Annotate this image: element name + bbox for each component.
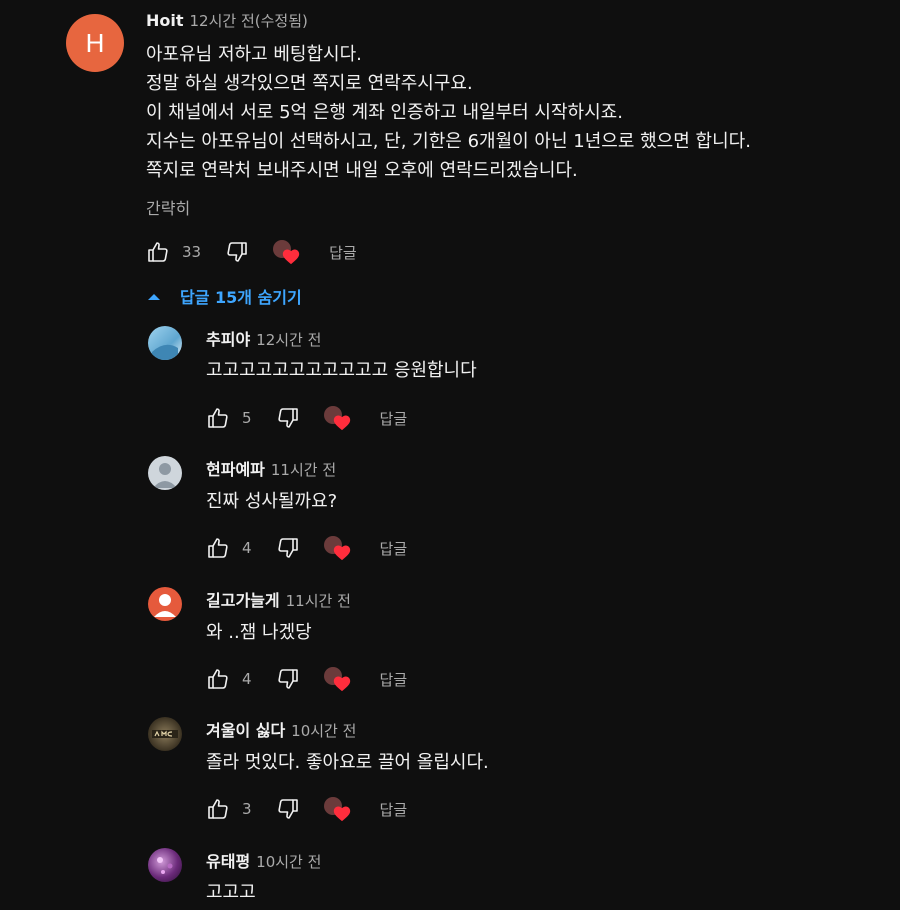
like-count: 4 (242, 539, 252, 557)
comment-line: 지수는 아포유님이 선택하시고, 단, 기한은 6개월이 아닌 1년으로 했으면… (146, 131, 751, 152)
reply-header: 현파예파 11시간 전 (206, 456, 336, 480)
reply-actions: 4 답글 (206, 536, 408, 561)
thumbs-down-icon[interactable] (276, 536, 300, 560)
thumbs-up-icon[interactable] (206, 536, 230, 560)
reply-button[interactable]: 답글 (380, 799, 408, 820)
comment-timestamp[interactable]: 12시간 전(수정됨) (190, 12, 308, 30)
thumbs-down-icon[interactable] (276, 406, 300, 430)
creator-heart-icon (273, 240, 300, 265)
comment-actions: 33 답글 (146, 240, 357, 265)
reply-text: 고고고고고고고고고고고 응원합니다 (206, 360, 477, 381)
reply-timestamp[interactable]: 10시간 전 (256, 853, 321, 871)
like-count: 5 (242, 409, 252, 427)
thumbs-up-icon[interactable] (206, 667, 230, 691)
comment-line: 아포유님 저하고 베팅합시다. (146, 44, 362, 65)
like-count: 4 (242, 670, 252, 688)
reply-actions: 3 답글 (206, 797, 408, 822)
avatar[interactable]: H (66, 14, 124, 72)
creator-heart-icon (323, 797, 350, 822)
comment-line: 이 채널에서 서로 5억 은행 계좌 인증하고 내일부터 시작하시죠. (146, 102, 623, 123)
comment-line: 정말 하실 생각있으면 쪽지로 연락주시구요. (146, 73, 473, 94)
reply-header: 길고가늘게 11시간 전 (206, 587, 351, 611)
chevron-up-icon (146, 290, 162, 302)
avatar[interactable] (148, 848, 182, 882)
reply-header: 겨울이 싫다 10시간 전 (206, 717, 356, 741)
comment-author[interactable]: Hoit (146, 11, 184, 30)
avatar[interactable] (148, 587, 182, 621)
thumbs-up-icon[interactable] (146, 240, 170, 264)
reply-button[interactable]: 답글 (380, 408, 408, 429)
avatar[interactable] (148, 717, 182, 751)
hide-replies-label: 답글 15개 숨기기 (180, 288, 302, 307)
like-count: 3 (242, 800, 252, 818)
comment-body: 아포유님 저하고 베팅합시다. 정말 하실 생각있으면 쪽지로 연락주시구요. … (146, 40, 886, 185)
comment-header: Hoit 12시간 전(수정됨) (146, 10, 308, 31)
thumbs-down-icon[interactable] (225, 240, 249, 264)
thumbs-up-icon[interactable] (206, 797, 230, 821)
reply-text: 졸라 멋있다. 좋아요로 끌어 올립시다. (206, 752, 489, 773)
hide-replies-button[interactable]: 답글 15개 숨기기 (146, 284, 302, 308)
reply-button[interactable]: 답글 (380, 538, 408, 559)
reply-actions: 4 답글 (206, 667, 408, 692)
avatar-letter: H (85, 27, 105, 58)
reply-timestamp[interactable]: 11시간 전 (271, 461, 336, 479)
creator-heart-icon (323, 406, 350, 431)
reply-timestamp[interactable]: 11시간 전 (286, 592, 351, 610)
thumbs-down-icon[interactable] (276, 797, 300, 821)
reply-text: 진짜 성사될까요? (206, 491, 338, 512)
reply-timestamp[interactable]: 10시간 전 (291, 722, 356, 740)
reply-header: 유태평 10시간 전 (206, 848, 321, 872)
thumbs-up-icon[interactable] (206, 406, 230, 430)
reply-author[interactable]: 유태평 (206, 852, 250, 871)
reply-text: 고고고 (206, 882, 256, 903)
avatar[interactable] (148, 326, 182, 360)
reply-button[interactable]: 답글 (380, 669, 408, 690)
reply-text: 와 ..잼 나겠당 (206, 622, 312, 643)
creator-heart-icon (323, 536, 350, 561)
like-count: 33 (182, 243, 202, 261)
avatar[interactable] (148, 456, 182, 490)
thumbs-down-icon[interactable] (276, 667, 300, 691)
reply-author[interactable]: 추피야 (206, 330, 250, 349)
reply-button[interactable]: 답글 (329, 242, 357, 263)
reply-header: 추피야 12시간 전 (206, 326, 321, 350)
reply-author[interactable]: 현파예파 (206, 460, 265, 479)
show-less-button[interactable]: 간략히 (146, 195, 190, 219)
reply-author[interactable]: 겨울이 싫다 (206, 721, 285, 740)
reply-timestamp[interactable]: 12시간 전 (256, 331, 321, 349)
reply-author[interactable]: 길고가늘게 (206, 591, 280, 610)
comment-line: 쪽지로 연락처 보내주시면 내일 오후에 연락드리겠습니다. (146, 160, 578, 181)
reply-actions: 5 답글 (206, 406, 408, 431)
creator-heart-icon (323, 667, 350, 692)
